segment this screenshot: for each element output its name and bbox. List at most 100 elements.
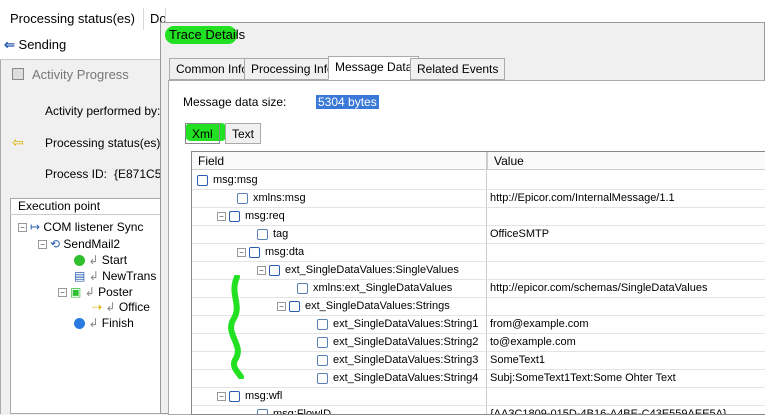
dialog-title: Trace Details — [169, 27, 246, 42]
field-text: ext_SingleDataValues:String4 — [333, 372, 479, 384]
attribute-icon — [317, 354, 328, 366]
execution-point-header[interactable]: Execution point — [10, 198, 162, 215]
attribute-icon — [317, 318, 328, 330]
msg-size-value[interactable]: 5304 bytes — [316, 95, 379, 109]
tree-item-sendmail2[interactable]: − ⟲ SendMail2 — [38, 237, 120, 251]
field-cell: xmlns:ext_SingleDataValues — [297, 279, 452, 297]
tab-processing-info[interactable]: Processing Info — [244, 58, 341, 80]
value-cell: http://epicor.com/schemas/SingleDataValu… — [490, 282, 708, 294]
tree-item-com-listener[interactable]: − ↦ COM listener Sync — [18, 220, 143, 234]
field-cell: msg:msg — [197, 171, 258, 189]
element-icon — [229, 210, 240, 222]
table-row[interactable]: xmlns:msg http://Epicor.com/InternalMessa… — [192, 189, 765, 207]
table-row[interactable]: − msg:wfl — [192, 387, 765, 405]
table-row[interactable]: − ext_SingleDataValues:Strings — [192, 297, 765, 315]
value-cell: to@example.com — [490, 336, 576, 348]
subtab-text[interactable]: Text — [225, 123, 262, 144]
table-row[interactable]: ext_SingleDataValues:String3 SomeText1 — [192, 351, 765, 369]
tree-item-newtrans[interactable]: ▤ ↲ NewTrans — [74, 269, 156, 283]
tree-item-poster[interactable]: − ▣ ↲ Poster — [58, 285, 133, 299]
column-field[interactable]: Field — [192, 152, 487, 170]
trace-details-dialog: Trace Details Common Info Processing Inf… — [160, 22, 765, 415]
msg-size-label: Message data size: — [183, 95, 287, 109]
sending-row[interactable]: ⇐ Sending — [4, 37, 66, 53]
field-text: ext_SingleDataValues:String1 — [333, 318, 479, 330]
attribute-icon — [317, 336, 328, 348]
start-icon — [74, 255, 85, 267]
table-row[interactable]: − msg:dta — [192, 243, 765, 261]
collapse-icon[interactable]: − — [58, 288, 67, 298]
value-cell: OfficeSMTP — [490, 228, 550, 240]
element-icon — [197, 174, 208, 186]
field-text: tag — [273, 228, 289, 240]
tree-item-office[interactable]: ⇢ ↲ Office — [92, 300, 150, 314]
field-cell: xmlns:msg — [237, 189, 306, 207]
finish-icon — [74, 318, 85, 330]
table-row[interactable]: msg:msg — [192, 171, 765, 189]
window-icon — [12, 68, 24, 80]
table-row[interactable]: ext_SingleDataValues:String1 from@example… — [192, 315, 765, 333]
element-icon — [249, 246, 260, 258]
tab-common-info[interactable]: Common Info — [169, 58, 256, 80]
collapse-icon[interactable]: − — [38, 240, 47, 250]
xml-grid: Field Value msg:msg xmlns:msg http://Epico… — [191, 151, 765, 415]
table-row[interactable]: ext_SingleDataValues:String2 to@example.c… — [192, 333, 765, 351]
value-cell: http://Epicor.com/InternalMessage/1.1 — [490, 192, 675, 204]
tree-label: NewTrans — [102, 269, 157, 283]
tree-item-finish[interactable]: ↲ Finish — [74, 316, 134, 330]
office-icon: ⇢ — [92, 300, 103, 314]
value-cell: from@example.com — [490, 318, 589, 330]
tree-label: Finish — [101, 316, 134, 330]
collapse-icon[interactable]: − — [257, 265, 266, 275]
field-cell: ext_SingleDataValues:String4 — [317, 369, 478, 387]
field-cell: − ext_SingleDataValues:SingleValues — [257, 261, 459, 279]
listener-icon: ↦ — [30, 220, 41, 234]
tab-message-data[interactable]: Message Data — [328, 56, 420, 80]
collapse-icon[interactable]: − — [277, 301, 286, 311]
field-text: msg:dta — [265, 246, 305, 258]
field-text: xmlns:ext_SingleDataValues — [313, 282, 453, 294]
attribute-icon — [237, 192, 248, 204]
subtab-xml[interactable]: Xml — [185, 123, 220, 144]
flow-icon: ⟲ — [50, 237, 61, 251]
column-value[interactable]: Value — [487, 152, 765, 170]
element-icon — [229, 390, 240, 402]
collapse-icon[interactable]: − — [217, 391, 226, 401]
activity-title: Activity Progress — [32, 67, 129, 82]
table-row[interactable]: xmlns:ext_SingleDataValues http://epicor.… — [192, 279, 765, 297]
value-cell: Subj:SomeText1Text:Some Ohter Text — [490, 372, 676, 384]
value-cell: SomeText1 — [490, 354, 546, 366]
collapse-icon[interactable]: − — [217, 211, 226, 221]
field-text: xmlns:msg — [253, 192, 306, 204]
table-row[interactable]: − msg:req — [192, 207, 765, 225]
arrow-left-yellow-icon: ⇦ — [12, 134, 24, 150]
field-text: ext_SingleDataValues:String3 — [333, 354, 479, 366]
field-text: ext_SingleDataValues:String2 — [333, 336, 479, 348]
table-row[interactable]: − ext_SingleDataValues:SingleValues — [192, 261, 765, 279]
field-cell: ext_SingleDataValues:String2 — [317, 333, 478, 351]
transform-icon: ▤ — [74, 269, 86, 283]
process-id-label: Process ID: — [45, 167, 108, 181]
tree-item-start[interactable]: ↲ Start — [74, 253, 127, 267]
collapse-icon[interactable]: − — [237, 247, 246, 257]
table-row[interactable]: ext_SingleDataValues:String4 Subj:SomeTex… — [192, 369, 765, 387]
tree-label: Office — [118, 300, 150, 314]
attribute-icon — [257, 228, 268, 240]
status-label: Processing status(es): — [45, 136, 164, 150]
tab-related-events[interactable]: Related Events — [410, 58, 506, 80]
field-cell: − msg:dta — [237, 243, 304, 261]
field-cell: ext_SingleDataValues:String3 — [317, 351, 478, 369]
attribute-icon — [257, 408, 268, 414]
field-text: msg:msg — [213, 174, 258, 186]
performed-by-label: Activity performed by: — [45, 104, 161, 118]
attribute-icon — [317, 372, 328, 384]
green-scribble-annotation — [228, 275, 244, 379]
field-cell: ext_SingleDataValues:String1 — [317, 315, 478, 333]
collapse-icon[interactable]: − — [18, 223, 27, 233]
field-cell: − msg:wfl — [217, 387, 282, 405]
column-processing-status[interactable]: Processing status(es) — [4, 8, 144, 30]
tree-label: Poster — [98, 285, 133, 299]
arrow-left-icon: ⇐ — [4, 37, 15, 52]
field-cell: − msg:req — [217, 207, 285, 225]
table-row[interactable]: tag OfficeSMTP — [192, 225, 765, 243]
